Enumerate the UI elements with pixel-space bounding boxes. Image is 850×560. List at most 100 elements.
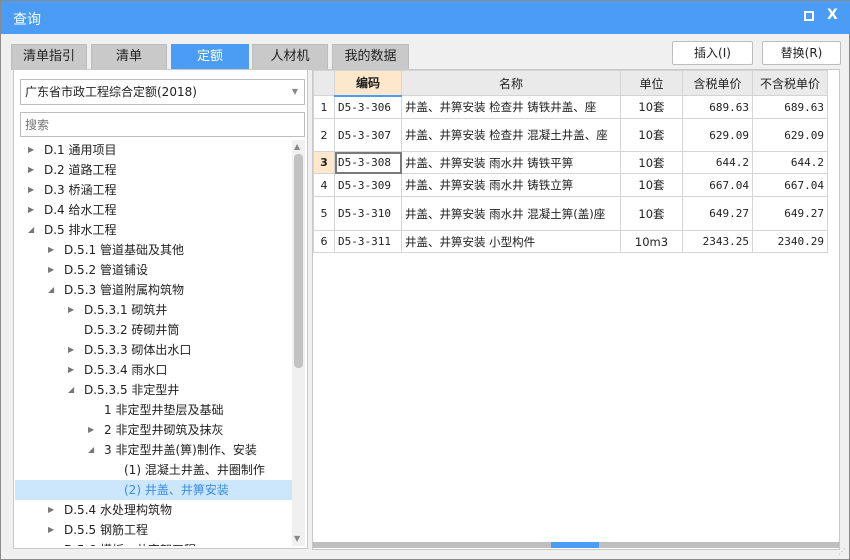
scroll-down-icon[interactable]: ▼ bbox=[294, 534, 300, 543]
cell-notax-price[interactable]: 629.09 bbox=[752, 118, 828, 152]
tab-list-guide[interactable]: 清单指引 bbox=[11, 44, 87, 70]
insert-button[interactable]: 插入(I) bbox=[672, 41, 753, 65]
tree-node[interactable]: ▶ D.5.6 模板、井字架工程 bbox=[15, 540, 292, 546]
collapsed-arrow-icon[interactable]: ▶ bbox=[28, 160, 34, 180]
cell-name[interactable]: 井盖、井箅安装 雨水井 铸铁平箅 bbox=[401, 151, 621, 174]
tree-node[interactable]: ◢ D.5.3.5 非定型井 bbox=[15, 380, 292, 400]
collapsed-arrow-icon[interactable]: ▶ bbox=[68, 360, 74, 380]
col-header-code[interactable]: 编码 bbox=[334, 70, 402, 97]
tree-node[interactable]: ▶ D.5.2 管道铺设 bbox=[15, 260, 292, 280]
table-row[interactable]: 4 D5-3-309 井盖、井箅安装 雨水井 铸铁立箅 10套 667.04 667.04 bbox=[313, 173, 828, 197]
cell-notax-price[interactable]: 649.27 bbox=[752, 196, 828, 231]
scroll-up-icon[interactable]: ▲ bbox=[294, 142, 300, 151]
tree-node[interactable]: ◢ D.5 排水工程 bbox=[15, 220, 292, 240]
tree-node[interactable]: ▶ D.2 道路工程 bbox=[15, 160, 292, 180]
col-header-unit[interactable]: 单位 bbox=[620, 70, 683, 96]
library-select[interactable]: 广东省市政工程综合定额(2018) ▼ bbox=[20, 79, 305, 105]
table-row[interactable]: 5 D5-3-310 井盖、井箅安装 雨水井 混凝土箅(盖)座 10套 649.27 64… bbox=[313, 196, 828, 231]
expanded-arrow-icon[interactable]: ◢ bbox=[68, 380, 74, 400]
horizontal-scrollbar[interactable] bbox=[313, 542, 839, 548]
cell-notax-price[interactable]: 2340.29 bbox=[752, 230, 828, 253]
cell-unit[interactable]: 10m3 bbox=[620, 230, 683, 253]
maximize-icon[interactable] bbox=[804, 11, 814, 21]
row-index[interactable]: 3 bbox=[313, 151, 335, 174]
cell-unit[interactable]: 10套 bbox=[620, 95, 683, 119]
cell-code[interactable]: D5-3-311 bbox=[334, 230, 402, 253]
cell-notax-price[interactable]: 689.63 bbox=[752, 95, 828, 119]
row-index[interactable]: 1 bbox=[313, 95, 335, 119]
row-index[interactable]: 2 bbox=[313, 118, 335, 152]
collapsed-arrow-icon[interactable]: ▶ bbox=[68, 340, 74, 360]
tree-node[interactable]: ▶ D.1 通用项目 bbox=[15, 140, 292, 160]
table-row[interactable]: 2 D5-3-307 井盖、井箅安装 检查井 混凝土井盖、座 10套 629.09 629… bbox=[313, 118, 828, 152]
cell-tax-price[interactable]: 667.04 bbox=[682, 173, 753, 197]
tree-node[interactable]: ▶ D.5.4 水处理构筑物 bbox=[15, 500, 292, 520]
col-header-name[interactable]: 名称 bbox=[401, 70, 621, 96]
cell-name[interactable]: 井盖、井箅安装 检查井 混凝土井盖、座 bbox=[401, 118, 621, 152]
collapsed-arrow-icon[interactable]: ▶ bbox=[28, 140, 34, 160]
collapsed-arrow-icon[interactable]: ▶ bbox=[48, 500, 54, 520]
cell-unit[interactable]: 10套 bbox=[620, 173, 683, 197]
cell-code[interactable]: D5-3-308 bbox=[334, 151, 402, 174]
tab-quota[interactable]: 定额 bbox=[171, 44, 249, 70]
tree-node[interactable]: ◢ 3 非定型井盖(箅)制作、安装 bbox=[15, 440, 292, 460]
col-header-notax-price[interactable]: 不含税单价 bbox=[752, 70, 828, 96]
cell-tax-price[interactable]: 2343.25 bbox=[682, 230, 753, 253]
cell-tax-price[interactable]: 689.63 bbox=[682, 95, 753, 119]
collapsed-arrow-icon[interactable]: ▶ bbox=[48, 260, 54, 280]
cell-code[interactable]: D5-3-306 bbox=[334, 95, 402, 119]
tab-materials[interactable]: 人材机 bbox=[252, 44, 328, 70]
table-row[interactable]: 6 D5-3-311 井盖、井箅安装 小型构件 10m3 2343.25 2340.29 bbox=[313, 230, 828, 253]
scrollbar-thumb[interactable] bbox=[294, 154, 303, 368]
tree-node[interactable]: D.5.3.2 砖砌井筒 bbox=[15, 320, 292, 340]
cell-name[interactable]: 井盖、井箅安装 小型构件 bbox=[401, 230, 621, 253]
cell-code[interactable]: D5-3-310 bbox=[334, 196, 402, 231]
cell-notax-price[interactable]: 644.2 bbox=[752, 151, 828, 174]
cell-code[interactable]: D5-3-307 bbox=[334, 118, 402, 152]
expanded-arrow-icon[interactable]: ◢ bbox=[48, 280, 54, 300]
collapsed-arrow-icon[interactable]: ▶ bbox=[88, 420, 94, 440]
expanded-arrow-icon[interactable]: ◢ bbox=[28, 220, 34, 240]
close-icon[interactable]: X bbox=[827, 7, 838, 23]
collapsed-arrow-icon[interactable]: ▶ bbox=[48, 240, 54, 260]
cell-unit[interactable]: 10套 bbox=[620, 118, 683, 152]
row-index[interactable]: 4 bbox=[313, 173, 335, 197]
tree-node[interactable]: ▶ 2 非定型井砌筑及抹灰 bbox=[15, 420, 292, 440]
tree-node[interactable]: ▶ D.5.3.4 雨水口 bbox=[15, 360, 292, 380]
cell-tax-price[interactable]: 649.27 bbox=[682, 196, 753, 231]
cell-unit[interactable]: 10套 bbox=[620, 196, 683, 231]
tree-node[interactable]: (1) 混凝土井盖、井圈制作 bbox=[15, 460, 292, 480]
cell-code[interactable]: D5-3-309 bbox=[334, 173, 402, 197]
tab-list[interactable]: 清单 bbox=[91, 44, 167, 70]
scrollbar-thumb[interactable] bbox=[551, 542, 599, 548]
expanded-arrow-icon[interactable]: ◢ bbox=[88, 440, 94, 460]
cell-notax-price[interactable]: 667.04 bbox=[752, 173, 828, 197]
col-header-tax-price[interactable]: 含税单价 bbox=[682, 70, 753, 96]
collapsed-arrow-icon[interactable]: ▶ bbox=[28, 200, 34, 220]
tree-node[interactable]: ▶ D.5.3.1 砌筑井 bbox=[15, 300, 292, 320]
row-index[interactable]: 6 bbox=[313, 230, 335, 253]
cell-tax-price[interactable]: 644.2 bbox=[682, 151, 753, 174]
collapsed-arrow-icon[interactable]: ▶ bbox=[48, 540, 54, 546]
replace-button[interactable]: 替换(R) bbox=[762, 41, 841, 65]
tree-node[interactable]: ◢ D.5.3 管道附属构筑物 bbox=[15, 280, 292, 300]
cell-name[interactable]: 井盖、井箅安装 雨水井 铸铁立箅 bbox=[401, 173, 621, 197]
collapsed-arrow-icon[interactable]: ▶ bbox=[68, 300, 74, 320]
resize-grip-icon[interactable]: ⋰ bbox=[838, 547, 846, 556]
tree-node[interactable]: ▶ D.3 桥涵工程 bbox=[15, 180, 292, 200]
cell-name[interactable]: 井盖、井箅安装 检查井 铸铁井盖、座 bbox=[401, 95, 621, 119]
tree-node[interactable]: (2) 井盖、井箅安装 bbox=[15, 480, 292, 500]
tree-node[interactable]: ▶ D.5.1 管道基础及其他 bbox=[15, 240, 292, 260]
tree-scrollbar[interactable]: ▲ ▼ bbox=[292, 140, 305, 546]
collapsed-arrow-icon[interactable]: ▶ bbox=[28, 180, 34, 200]
tree-node[interactable]: ▶ D.4 给水工程 bbox=[15, 200, 292, 220]
cell-tax-price[interactable]: 629.09 bbox=[682, 118, 753, 152]
row-index[interactable]: 5 bbox=[313, 196, 335, 231]
cell-unit[interactable]: 10套 bbox=[620, 151, 683, 174]
tree-node[interactable]: ▶ D.5.3.3 砌体出水口 bbox=[15, 340, 292, 360]
tree-node[interactable]: ▶ D.5.5 钢筋工程 bbox=[15, 520, 292, 540]
collapsed-arrow-icon[interactable]: ▶ bbox=[48, 520, 54, 540]
cell-name[interactable]: 井盖、井箅安装 雨水井 混凝土箅(盖)座 bbox=[401, 196, 621, 231]
table-row[interactable]: 3 D5-3-308 井盖、井箅安装 雨水井 铸铁平箅 10套 644.2 644.2 bbox=[313, 151, 828, 174]
tree-node[interactable]: 1 非定型井垫层及基础 bbox=[15, 400, 292, 420]
